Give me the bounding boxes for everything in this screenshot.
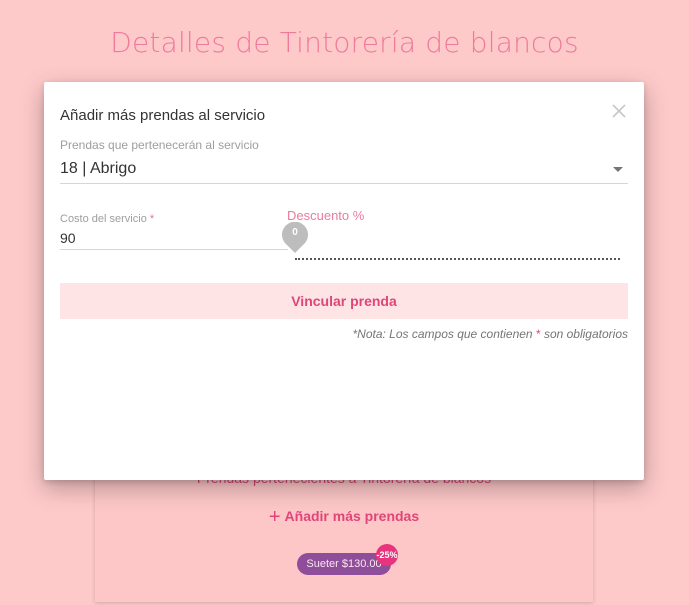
discount-badge: -25% — [376, 544, 398, 566]
close-icon[interactable] — [610, 102, 628, 120]
dialog-title: Añadir más prendas al servicio — [60, 107, 266, 124]
add-garments-dialog: Añadir más prendas al servicio Prendas q… — [44, 82, 644, 480]
cost-field-label: Costo del servicio * — [60, 213, 154, 225]
required-mark: * — [149, 213, 155, 225]
cost-label-text: Costo del servicio — [60, 213, 147, 225]
discount-label: Descuento % — [287, 208, 365, 223]
note-prefix: *Nota: Los campos que contienen — [352, 327, 536, 341]
plus-icon: + — [268, 506, 281, 528]
add-more-garments-button[interactable]: + Añadir más prendas — [95, 506, 593, 529]
cost-input[interactable] — [60, 228, 288, 248]
cost-field-underline — [60, 249, 288, 250]
garment-select[interactable] — [60, 154, 628, 184]
required-fields-note: *Nota: Los campos que contienen * son ob… — [352, 327, 628, 341]
add-more-label: Añadir más prendas — [284, 508, 420, 524]
discount-slider-track[interactable] — [295, 258, 620, 262]
garment-select-label: Prendas que pertenecerán al servicio — [60, 138, 259, 152]
discount-slider-value: 0 — [292, 227, 298, 238]
note-suffix: son obligatorios — [540, 327, 628, 341]
link-garment-button[interactable]: Vincular prenda — [60, 283, 628, 319]
page-title: Detalles de Tintorería de blancos — [110, 26, 579, 59]
